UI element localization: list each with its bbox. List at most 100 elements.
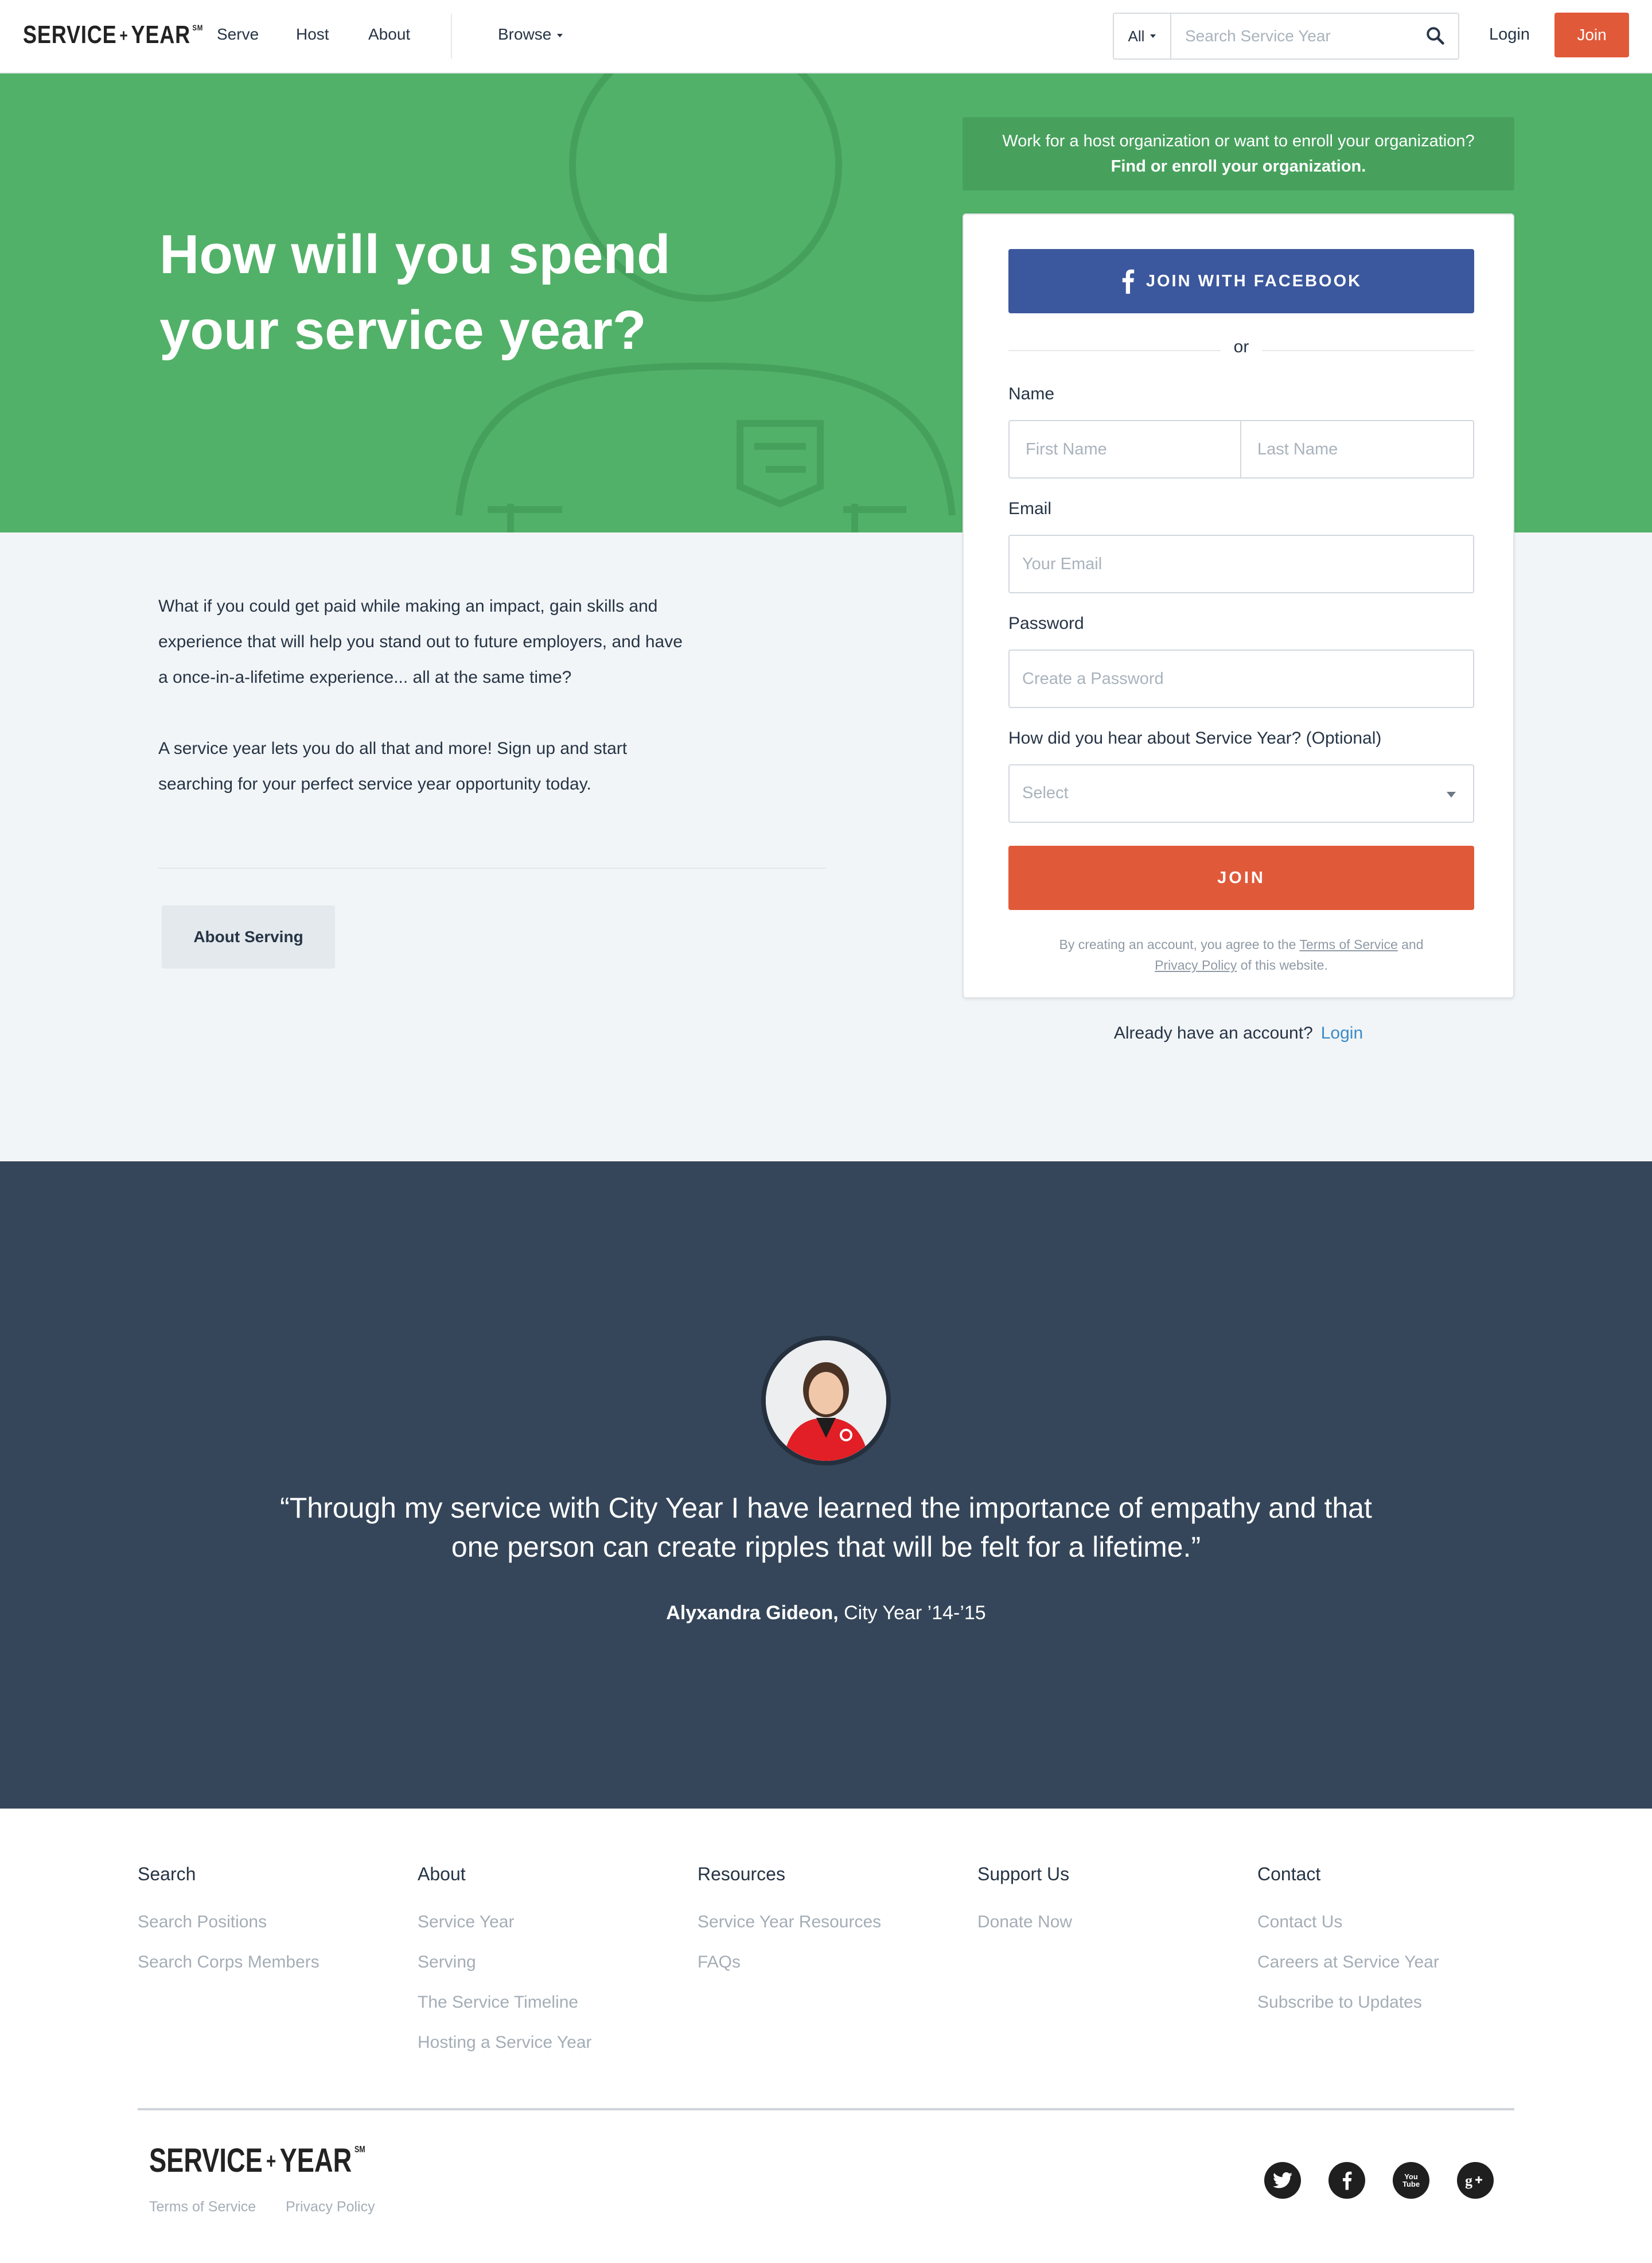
header-login-link[interactable]: Login [1489,25,1530,44]
testimonial-section: “Through my service with City Year I hav… [0,1161,1652,1809]
email-input[interactable] [1010,536,1473,592]
service-year-logo[interactable]: SERVICE + YEAR SM [23,21,203,53]
legal-prefix: By creating an account, you agree to the [1059,937,1296,952]
youtube-icon[interactable]: You Tube [1393,2162,1429,2199]
join-button[interactable]: JOIN [1008,846,1474,910]
footer-divider [138,2108,1514,2110]
logo-service-mark: SM [354,2145,365,2155]
logo-plus: + [119,26,128,45]
testimonial-portrait [766,1340,886,1461]
footer-link[interactable]: FAQs [698,1942,950,1982]
signup-login-link[interactable]: Login [1321,1024,1363,1043]
facebook-button-label: JOIN WITH FACEBOOK [1146,271,1362,290]
logo-word-service: SERVICE [149,2142,263,2179]
host-banner-text: Work for a host organization or want to … [1002,132,1475,150]
first-name-input[interactable] [1010,421,1241,477]
footer-link[interactable]: Serving [418,1942,670,1982]
logo-word-year: YEAR [279,2142,352,2179]
section-divider [158,868,826,869]
terms-of-service-link[interactable]: Terms of Service [1299,937,1397,952]
logo-word-service: SERVICE [23,21,117,49]
footer-heading: Contact [1257,1864,1321,1884]
footer-heading: Resources [698,1864,785,1884]
footer-link[interactable]: Service Year [418,1902,670,1942]
search-scope-select[interactable]: All [1114,14,1171,59]
footer-terms-link[interactable]: Terms of Service [149,2199,256,2215]
footer-link[interactable]: The Service Timeline [418,1982,670,2023]
footer-logo[interactable]: SERVICE + YEAR SM [149,2141,365,2179]
twitter-bird-glyph [1273,2172,1292,2188]
footer-link[interactable]: Contact Us [1257,1902,1510,1942]
join-with-facebook-button[interactable]: JOIN WITH FACEBOOK [1008,249,1474,313]
testimonial-attribution: Alyxandra Gideon, City Year ’14-’15 [0,1602,1652,1624]
footer-column-resources: Resources Service Year Resources FAQs [698,1864,950,1982]
top-navbar: SERVICE + YEAR SM Serve Host About Brows… [0,0,1652,73]
search-bar: All [1113,13,1459,60]
header-join-button[interactable]: Join [1554,13,1629,57]
referral-label: How did you hear about Service Year? (Op… [1008,729,1382,748]
footer-column-contact: Contact Contact Us Careers at Service Ye… [1257,1864,1510,2023]
footer-privacy-link[interactable]: Privacy Policy [286,2199,375,2215]
referral-select-value: Select [1022,784,1069,802]
nav-divider [451,14,452,59]
legal-and: and [1401,937,1424,952]
host-banner-link[interactable]: Find or enroll your organization. [1111,157,1366,176]
name-label: Name [1008,384,1055,403]
search-input[interactable] [1172,14,1413,59]
nav-browse-dropdown[interactable]: Browse [498,25,563,44]
already-account-text: Already have an account? [1113,1024,1313,1043]
footer-link[interactable]: Service Year Resources [698,1902,950,1942]
facebook-f-glyph [1343,2171,1352,2190]
footer-link[interactable]: Donate Now [977,1902,1230,1942]
footer-link[interactable]: Hosting a Service Year [418,2023,670,2063]
logo-service-mark: SM [192,23,204,32]
nav-host[interactable]: Host [296,25,329,44]
footer-link[interactable]: Subscribe to Updates [1257,1982,1510,2023]
nav-about[interactable]: About [368,25,410,44]
search-icon[interactable] [1425,25,1446,46]
hero-title-line-1: How will you spend [159,224,671,285]
intro-paragraph-2: A service year lets you do all that and … [158,739,628,794]
password-input[interactable] [1010,651,1473,707]
footer-column-about: About Service Year Serving The Service T… [418,1864,670,2063]
legal-suffix: of this website. [1240,958,1328,973]
chevron-down-icon [1447,792,1456,798]
youtube-wordmark: You Tube [1402,2172,1420,2188]
legal-notice: By creating an account, you agree to the… [1008,934,1474,975]
testimonial-quote: “Through my service with City Year I hav… [280,1492,1372,1563]
hero-title-line-2: your service year? [159,300,646,361]
already-have-account: Already have an account? Login [963,1024,1514,1043]
name-field-divider [1240,421,1241,477]
nav-serve[interactable]: Serve [217,25,259,44]
last-name-input[interactable] [1241,421,1473,477]
footer-link[interactable]: Search Corps Members [138,1942,390,1982]
hero-title: How will you spend your service year? [159,217,733,368]
logo-plus: + [266,2149,276,2173]
signup-form: JOIN WITH FACEBOOK or Name Email Passwor… [963,213,1514,998]
footer-link[interactable]: Careers at Service Year [1257,1942,1510,1982]
avatar [761,1336,891,1465]
facebook-icon[interactable] [1328,2162,1365,2199]
name-field-group [1008,420,1474,479]
or-divider: or [1008,337,1474,363]
intro-paragraph-1: What if you could get paid while making … [158,597,683,687]
testimonial-name: Alyxandra Gideon, [666,1602,839,1624]
footer-heading: Support Us [977,1864,1070,1884]
footer-heading: Search [138,1864,196,1884]
host-organization-banner[interactable]: Work for a host organization or want to … [963,117,1514,190]
about-serving-button[interactable]: About Serving [162,905,335,969]
footer-heading: About [418,1864,466,1884]
password-field [1008,650,1474,708]
chevron-down-icon [1150,34,1156,38]
privacy-policy-link[interactable]: Privacy Policy [1155,958,1237,973]
intro-copy: What if you could get paid while making … [158,589,686,802]
chevron-down-icon [557,33,563,37]
google-plus-icon[interactable]: g [1457,2162,1494,2199]
footer-column-support: Support Us Donate Now [977,1864,1230,1942]
facebook-icon [1122,269,1135,294]
twitter-icon[interactable] [1264,2162,1301,2199]
testimonial-affiliation: City Year ’14-’15 [844,1602,986,1624]
footer-link[interactable]: Search Positions [138,1902,390,1942]
site-footer: Search Search Positions Search Corps Mem… [0,1809,1652,2263]
referral-select[interactable]: Select [1008,764,1474,823]
